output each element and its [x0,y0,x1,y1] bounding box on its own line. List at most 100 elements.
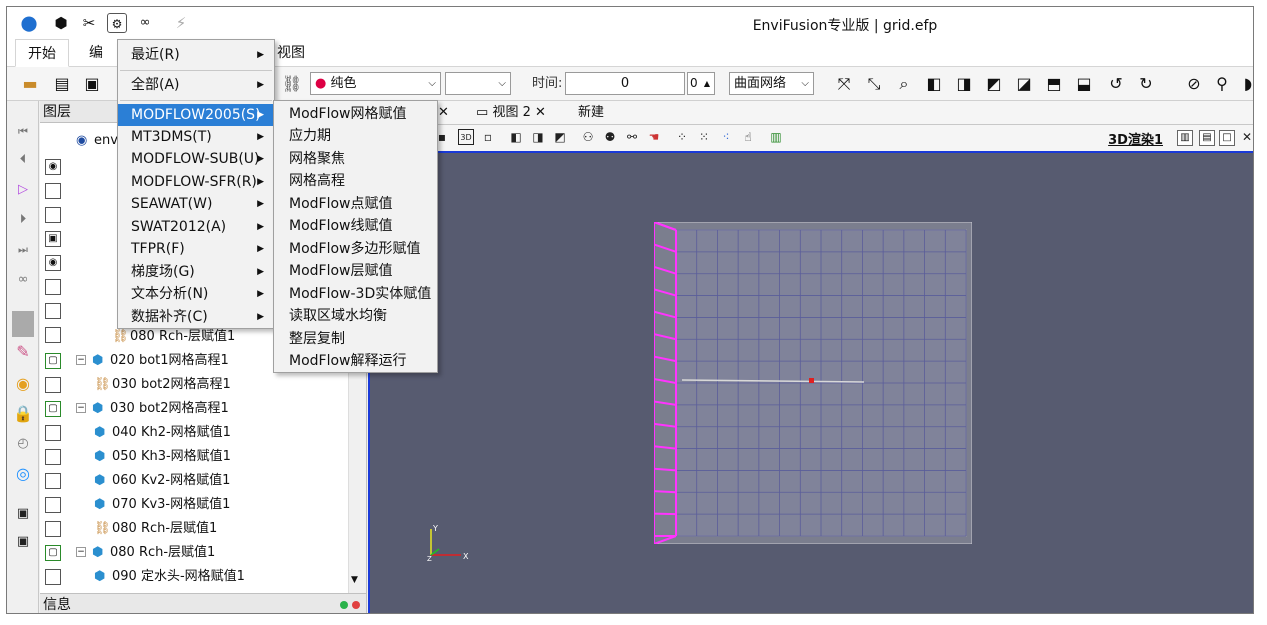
menu-item-modflow-sub[interactable]: MODFLOW-SUB(U) ▶ [118,148,274,170]
view-right-icon[interactable]: ◪ [1013,73,1035,95]
submenu-item[interactable]: 整层复制 [274,328,437,350]
group-select-icon[interactable]: ⚉ [602,129,618,145]
menu-item-gradient-field[interactable]: 梯度场(G) ▶ [118,261,274,283]
view-top-icon[interactable]: ⬒ [1043,73,1065,95]
rotate-right-icon[interactable]: ↻ [1135,73,1157,95]
list-item[interactable]: ▢ − ⬢ 030 bot2网格高程1 [40,397,340,421]
layer-checkbox[interactable] [45,497,61,513]
layer-down-icon[interactable]: ◨ [530,129,546,145]
submenu-item[interactable]: ModFlow多边形赋值 [274,238,437,260]
surface-type-select[interactable]: 曲面网络 ⌵ [729,72,814,95]
render-viewport[interactable]: Y Z X [368,151,1253,613]
tab-view-1-close[interactable]: ✕ [438,101,449,125]
layout-grid-icon[interactable]: ▥ [1177,130,1193,146]
group-search-icon[interactable]: ⚯ [624,129,640,145]
first-frame-icon[interactable]: ⏮ [12,121,34,143]
trash-icon[interactable]: ▥ [768,129,784,145]
layer-checkbox[interactable] [45,569,61,585]
layer-copy-icon[interactable]: ◩ [552,129,568,145]
time-step-spinner[interactable]: 0 ▲ [687,72,715,95]
camera-tool-icon[interactable]: ▣ [12,503,34,525]
menu-item-swat2012[interactable]: SWAT2012(A) ▶ [118,216,274,238]
layer-checkbox[interactable] [45,183,61,199]
link-icon[interactable]: ⛓ [281,73,303,95]
blank-select[interactable]: ⌵ [445,72,511,95]
submenu-item[interactable]: ModFlow层赋值 [274,260,437,282]
layout-list-icon[interactable]: ▤ [1199,130,1215,146]
layer-checkbox[interactable] [45,303,61,319]
document-icon[interactable]: ▤ [51,73,73,95]
color-wheel-icon[interactable]: ◉ [12,373,34,395]
submenu-item[interactable]: 读取区域水均衡 [274,305,437,327]
next-frame-icon[interactable]: ⏵ [12,209,34,231]
menu-item-modflow-sfr[interactable]: MODFLOW-SFR(R) ▶ [118,171,274,193]
list-item[interactable]: ⛓ 080 Rch-层赋值1 [40,517,340,541]
layer-checkbox[interactable]: ▢ [45,353,61,369]
submenu-item[interactable]: ModFlow线赋值 [274,215,437,237]
list-item[interactable]: ⬢ 090 定水头-网格赋值1 [40,565,340,589]
menu-item-recent[interactable]: 最近(R) ▶ [118,44,274,66]
list-item[interactable]: ⛓ 030 bot2网格高程1 [40,373,340,397]
submenu-item[interactable]: ModFlow解释运行 [274,350,437,372]
tab-start[interactable]: 开始 [15,39,69,67]
layer-checkbox[interactable] [45,425,61,441]
tab-edit[interactable]: 编 [77,39,115,67]
lock-toggle-icon[interactable]: ▣ [45,231,61,247]
layer-checkbox[interactable] [45,473,61,489]
view-front-icon[interactable]: ◧ [923,73,945,95]
menu-item-data-fill[interactable]: 数据补齐(C) ▶ [118,306,274,328]
submenu-item[interactable]: 应力期 [274,125,437,147]
submenu-item[interactable]: 网格聚焦 [274,148,437,170]
layer-checkbox[interactable] [45,377,61,393]
color-mode-select[interactable]: ● 纯色 ⌵ [310,72,441,95]
location-pin-icon[interactable]: ⚲ [1211,73,1233,95]
more-icon[interactable]: ◗ [1237,73,1253,95]
close-icon[interactable]: ✕ [535,105,546,120]
tab-view-2[interactable]: ▭ 视图 2 ✕ [476,101,546,125]
loop-icon[interactable]: ∞ [12,269,34,291]
layer-checkbox[interactable] [45,449,61,465]
visibility-eye-icon[interactable]: ◉ [45,159,61,175]
list-item[interactable]: ⬢ 040 Kh2-网格赋值1 [40,421,340,445]
menu-item-mt3dms[interactable]: MT3DMS(T) ▶ [118,126,274,148]
layer-checkbox[interactable]: ▢ [45,401,61,417]
points-icon[interactable]: ⁘ [674,129,690,145]
save-icon[interactable]: ▣ [81,73,103,95]
layer-up-icon[interactable]: ◧ [508,129,524,145]
tab-new[interactable]: 新建 [578,101,604,125]
list-item[interactable]: ⬢ 070 Kv3-网格赋值1 [40,493,340,517]
submenu-item[interactable]: 网格高程 [274,170,437,192]
last-frame-icon[interactable]: ⏭ [12,239,34,261]
time-input[interactable]: 0 [565,72,685,95]
menu-item-tfpr[interactable]: TFPR(F) ▶ [118,238,274,260]
layer-checkbox[interactable] [45,279,61,295]
list-item[interactable]: ⬢ 060 Kv2-网格赋值1 [40,469,340,493]
prev-frame-icon[interactable]: ⏴ [12,149,34,171]
play-icon[interactable]: ▷ [12,179,34,201]
menu-item-seawat[interactable]: SEAWAT(W) ▶ [118,193,274,215]
expand-toggle-icon[interactable]: − [76,355,86,365]
maximize-icon[interactable]: □ [1219,130,1235,146]
scroll-down-icon[interactable]: ▼ [351,575,358,585]
eye-color-icon[interactable]: ◎ [12,463,34,485]
compass-icon[interactable]: ⊘ [1183,73,1205,95]
group-icon[interactable]: ⚇ [580,129,596,145]
slider-icon[interactable] [12,311,34,337]
submenu-item[interactable]: ModFlow网格赋值 [274,103,437,125]
submenu-item[interactable]: ModFlow点赋值 [274,193,437,215]
zoom-extent-icon[interactable]: ⤡ [863,73,885,95]
render-view-label[interactable]: 3D渲染1 [1108,129,1163,148]
close-icon[interactable]: ✕ [1239,129,1253,145]
video-icon[interactable]: ▫ [480,129,496,145]
view-left-icon[interactable]: ◩ [983,73,1005,95]
list-item[interactable]: ⬢ 050 Kh3-网格赋值1 [40,445,340,469]
expand-toggle-icon[interactable]: − [76,547,86,557]
camera-add-icon[interactable]: ▣ [12,531,34,553]
menu-item-modflow2005[interactable]: MODFLOW2005(S) ▶ [118,104,274,126]
3d-mode-icon[interactable]: 3D [458,129,474,145]
box-icon[interactable]: ▬ [19,73,41,95]
expand-toggle-icon[interactable]: − [76,403,86,413]
pointer-icon[interactable]: ☝ [740,129,756,145]
lock-icon[interactable]: 🔒 [12,403,34,425]
view-back-icon[interactable]: ◨ [953,73,975,95]
